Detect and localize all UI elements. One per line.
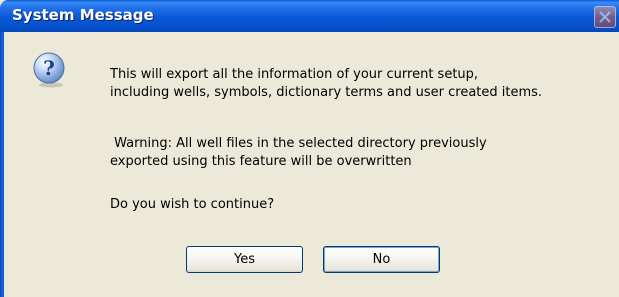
message-line: including wells, symbols, dictionary ter… [110, 85, 543, 100]
message-paragraph-warning: Warning: All well files in the selected … [110, 135, 487, 171]
message-line: Do you wish to continue? [110, 197, 275, 212]
system-message-dialog: System Message ? This will export all th… [0, 0, 619, 297]
message-line: Warning: All well files in the selected … [110, 136, 487, 151]
yes-button[interactable]: Yes [186, 246, 303, 273]
window-frame-left [0, 32, 4, 297]
close-icon [599, 11, 611, 23]
svg-text:?: ? [43, 56, 55, 80]
message-line: This will export all the information of … [110, 67, 479, 82]
no-button[interactable]: No [323, 246, 440, 273]
question-icon: ? [33, 52, 65, 88]
title-bar[interactable]: System Message [0, 0, 619, 32]
close-button[interactable] [594, 6, 616, 28]
message-line: exported using this feature will be over… [110, 154, 412, 169]
message-paragraph-question: Do you wish to continue? [110, 196, 274, 214]
window-title: System Message [12, 6, 154, 24]
message-paragraph-intro: This will export all the information of … [110, 66, 542, 102]
